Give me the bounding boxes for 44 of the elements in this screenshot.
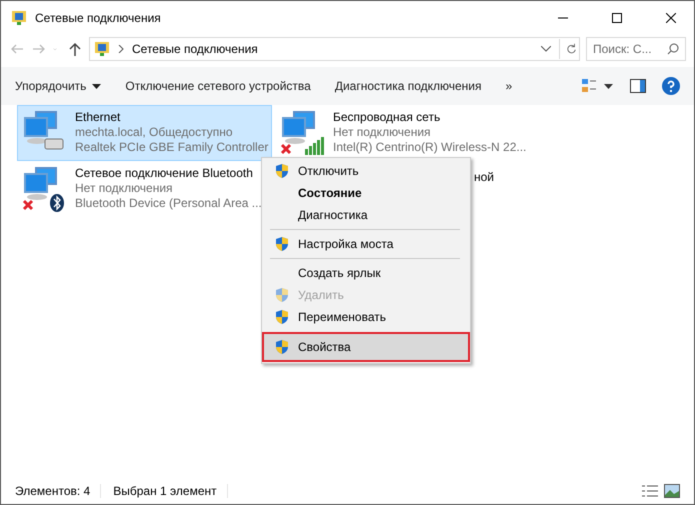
help-icon[interactable] <box>662 77 680 95</box>
view-options-icon[interactable] <box>582 78 614 94</box>
window-title: Сетевые подключения <box>35 11 162 25</box>
adapter-name: Intel(R) Centrino(R) Wireless-N 22... <box>333 140 526 154</box>
command-button[interactable]: Упорядочить <box>15 79 102 93</box>
connection-status: Нет подключения <box>75 181 174 195</box>
network-folder-icon <box>11 10 27 26</box>
adapter-name: Bluetooth Device (Personal Area ... <box>75 196 262 210</box>
up-icon[interactable] <box>67 41 83 57</box>
maximize-icon <box>612 13 622 23</box>
network-folder-icon <box>94 41 110 57</box>
connection-name: ной <box>474 170 494 184</box>
menu-item[interactable]: Настройка моста <box>264 233 468 255</box>
preview-pane-icon[interactable] <box>630 79 646 93</box>
shield-icon <box>274 163 290 179</box>
shield-icon <box>274 287 290 303</box>
connection-item[interactable]: Беспроводная сеть Нет подключения Intel(R) Centrino(R) Wireless-N 22... <box>275 105 530 161</box>
adapter-name: Realtek PCIe GBE Family Controller <box>75 140 268 154</box>
item-count: Элементов: 4 <box>15 484 102 498</box>
command-button[interactable]: Отключение сетевого устройства <box>125 79 311 93</box>
address-field[interactable]: Сетевые подключения <box>89 37 580 61</box>
selection-count: Выбран 1 элемент <box>113 484 228 498</box>
search-field[interactable]: Поиск: С... <box>586 37 686 61</box>
shield-icon <box>274 236 290 252</box>
connection-name: Ethernet <box>75 110 122 124</box>
search-icon <box>667 43 679 55</box>
menu-item[interactable]: Переименовать <box>264 306 468 328</box>
shield-icon <box>274 339 290 355</box>
dropdown-icon[interactable] <box>541 46 551 52</box>
connection-status: Нет подключения <box>333 125 432 139</box>
connection-item[interactable]: Ethernet mechta.local, Общедоступно Realtek PCIe GBE Family Controller <box>17 105 272 161</box>
command-button[interactable]: » <box>506 79 512 93</box>
large-icons-view-icon[interactable] <box>664 484 680 498</box>
shield-icon <box>274 309 290 325</box>
connection-name: Сетевое подключение Bluetooth <box>75 166 254 180</box>
menu-item[interactable]: Свойства <box>264 334 468 360</box>
menu-item[interactable]: Создать ярлык <box>264 262 468 284</box>
details-view-icon[interactable] <box>642 484 658 498</box>
chevron-icon <box>118 45 124 53</box>
caret-icon <box>92 84 102 88</box>
connection-status: mechta.local, Общедоступно <box>75 125 234 139</box>
connection-name: Беспроводная сеть <box>333 110 442 124</box>
command-button[interactable]: Диагностика подключения <box>334 79 482 93</box>
close-icon <box>666 13 676 23</box>
